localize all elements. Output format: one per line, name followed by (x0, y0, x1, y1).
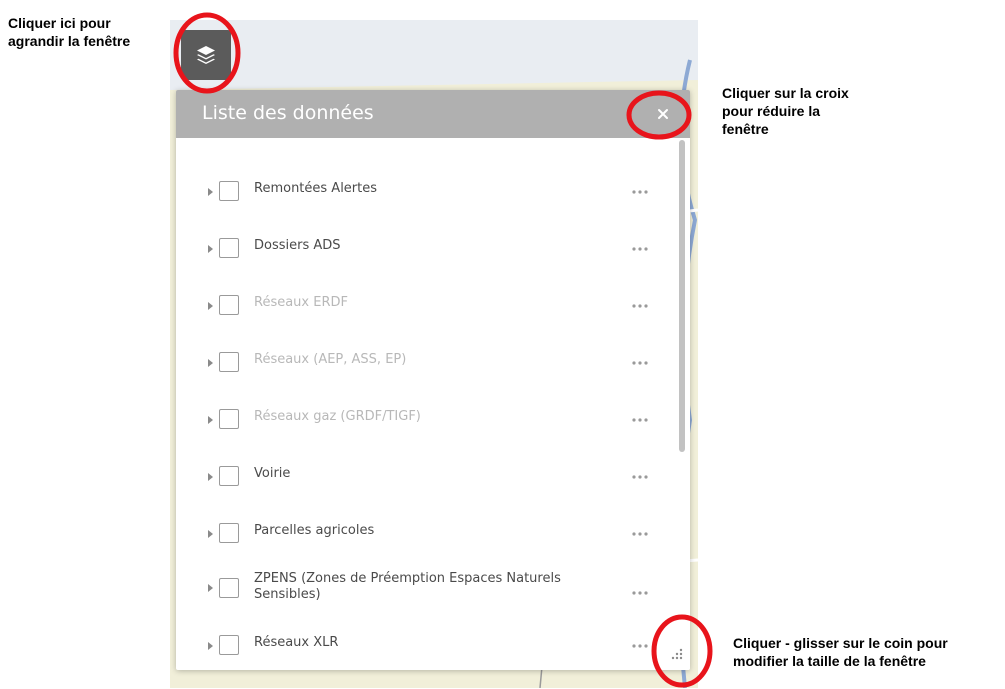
layer-item[interactable]: Réseaux XLR (176, 628, 676, 668)
layer-label: Réseaux ERDF (254, 295, 348, 310)
panel-header: Liste des données (176, 90, 690, 138)
layers-icon (197, 46, 215, 64)
more-options-icon[interactable] (628, 245, 658, 253)
layer-list-panel: Liste des données Remontées Alertes Doss… (176, 90, 690, 670)
layer-checkbox[interactable] (219, 578, 239, 598)
close-icon[interactable] (652, 103, 674, 125)
layer-item[interactable]: Réseaux gaz (GRDF/TIGF) (176, 402, 676, 442)
expand-caret-icon[interactable] (208, 188, 213, 196)
annotation-resize: Cliquer - glisser sur le coin pour modif… (733, 635, 948, 669)
layer-checkbox[interactable] (219, 181, 239, 201)
resize-handle-icon[interactable] (670, 646, 684, 662)
panel-title: Liste des données (202, 102, 374, 124)
layer-item[interactable]: ZPENS (Zones de Préemption Espaces Natur… (176, 565, 676, 615)
more-options-icon[interactable] (628, 188, 658, 196)
layer-checkbox[interactable] (219, 635, 239, 655)
expand-caret-icon[interactable] (208, 584, 213, 592)
more-options-icon[interactable] (628, 302, 658, 310)
layer-item[interactable]: Réseaux ERDF (176, 288, 676, 328)
layer-item[interactable]: Parcelles agricoles (176, 516, 676, 556)
expand-caret-icon[interactable] (208, 473, 213, 481)
layers-toggle-button[interactable] (181, 30, 231, 80)
layer-label: Voirie (254, 466, 291, 481)
expand-caret-icon[interactable] (208, 359, 213, 367)
layer-item[interactable]: Voirie (176, 459, 676, 499)
annotation-expand: Cliquer ici pour agrandir la fenêtre (8, 15, 131, 49)
more-options-icon[interactable] (628, 642, 658, 650)
layer-item[interactable]: Réseaux (AEP, ASS, EP) (176, 345, 676, 385)
expand-caret-icon[interactable] (208, 642, 213, 650)
layer-label: Parcelles agricoles (254, 523, 375, 538)
layer-checkbox[interactable] (219, 409, 239, 429)
more-options-icon[interactable] (628, 416, 658, 424)
layer-checkbox[interactable] (219, 466, 239, 486)
layer-label: Réseaux (AEP, ASS, EP) (254, 352, 407, 367)
layer-checkbox[interactable] (219, 523, 239, 543)
more-options-icon[interactable] (628, 589, 658, 597)
annotation-close: Cliquer sur la croix pour réduire la fen… (722, 85, 849, 137)
more-options-icon[interactable] (628, 473, 658, 481)
expand-caret-icon[interactable] (208, 302, 213, 310)
layer-checkbox[interactable] (219, 295, 239, 315)
layer-label: Réseaux gaz (GRDF/TIGF) (254, 409, 421, 424)
expand-caret-icon[interactable] (208, 416, 213, 424)
layer-label: Dossiers ADS (254, 238, 341, 253)
layer-label: Réseaux XLR (254, 635, 339, 650)
layer-checkbox[interactable] (219, 352, 239, 372)
more-options-icon[interactable] (628, 530, 658, 538)
panel-scrollbar[interactable] (676, 138, 690, 670)
layer-checkbox[interactable] (219, 238, 239, 258)
layer-label: Remontées Alertes (254, 181, 378, 196)
scroll-thumb[interactable] (679, 140, 685, 452)
layer-item[interactable]: Remontées Alertes (176, 174, 676, 214)
layer-item[interactable]: Dossiers ADS (176, 231, 676, 271)
expand-caret-icon[interactable] (208, 530, 213, 538)
expand-caret-icon[interactable] (208, 245, 213, 253)
layer-label: ZPENS (Zones de Préemption Espaces Natur… (254, 571, 561, 602)
more-options-icon[interactable] (628, 359, 658, 367)
